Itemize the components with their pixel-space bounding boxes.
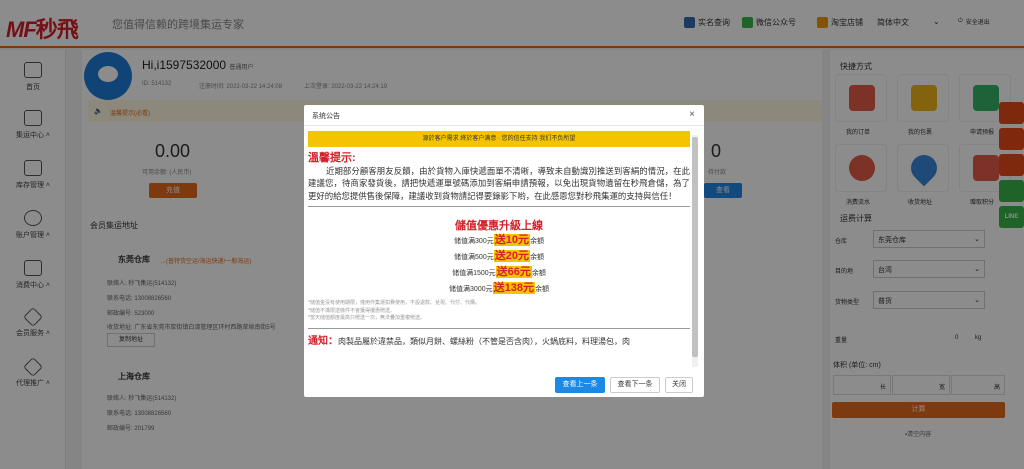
divider [308, 206, 690, 208]
footnote: *當天储值額度最高只贈送一次，無法疊加重複贈送。 [308, 315, 425, 322]
promo-line: 储值满500元送20元余額 [454, 250, 544, 263]
notice-line: 通知：肉製品屬於違禁品，類似月餅、螺絲粉（不管是否含肉），火鍋底料，料理湯包，肉 [308, 335, 630, 347]
announcement-modal: 系统公告 × 源於客户需求 終於客户满意 · 您的信任支持 我们不负所望 溫馨提… [304, 105, 704, 397]
promo-line: 储值满1500元送66元余額 [452, 266, 546, 279]
modal-title: 系统公告 [312, 113, 340, 120]
modal-body: 溫馨提示: 近期部分顧客朋友反饋，由於貨物入庫快遞面單不清晰，導致未自動識別推送… [308, 149, 690, 367]
prev-button[interactable]: 查看上一条 [555, 377, 605, 393]
promo-line: 储值满300元送10元余額 [454, 234, 544, 247]
reminder-text: 近期部分顧客朋友反饋，由於貨物入庫快遞面單不清晰，導致未自動識別推送到客絹的情況… [308, 166, 690, 201]
modal-banner: 源於客户需求 終於客户满意 · 您的信任支持 我们不负所望 [308, 131, 690, 147]
next-button[interactable]: 查看下一条 [610, 377, 660, 393]
modal-close-button[interactable]: 关闭 [665, 377, 693, 393]
reminder-title: 溫馨提示: [308, 152, 356, 164]
close-icon[interactable]: × [689, 109, 695, 120]
promo-title: 儲值優惠升級上線 [455, 220, 543, 233]
modal-divider [304, 125, 704, 126]
promo-line: 储值满3000元送138元余額 [449, 282, 549, 295]
modal-scrollbar-thumb[interactable] [692, 137, 698, 357]
divider [308, 327, 690, 329]
footnote: *储值金没有使用期限，僅用作集運扣費使用，不設退款、兌現、代付、代購。 [308, 300, 480, 307]
